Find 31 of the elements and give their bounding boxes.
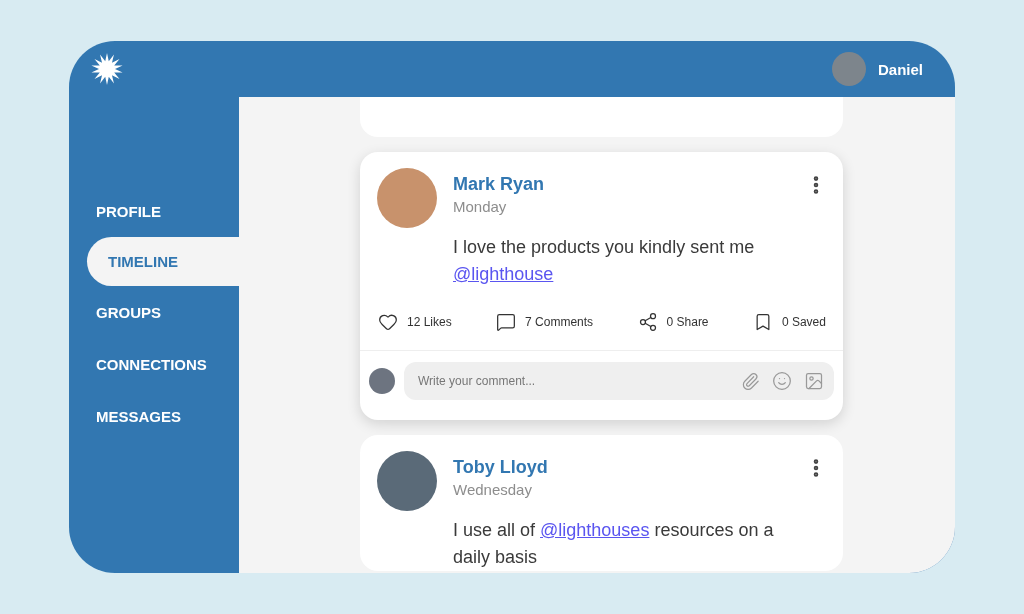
post-day: Wednesday [453, 481, 789, 498]
attach-icon[interactable] [741, 371, 760, 391]
starburst-logo [91, 53, 123, 85]
share-icon [637, 312, 658, 332]
mention-link[interactable]: @lighthouse [453, 264, 554, 284]
saved-button[interactable]: 0 Saved [752, 312, 826, 332]
author-avatar [377, 451, 437, 511]
post-text: I love the products you kindly sent me @lighthouse [453, 236, 756, 286]
nav-item[interactable]: MESSAGES [69, 390, 239, 442]
likes-button[interactable]: 12 Likes [378, 312, 452, 332]
image-icon[interactable] [804, 371, 824, 391]
mention-link[interactable]: @lighthouses [540, 520, 650, 540]
author-name[interactable]: Toby Lloyd [453, 457, 789, 478]
comment-input[interactable]: Write your comment... [416, 373, 729, 389]
nav-item[interactable]: GROUPS [69, 286, 239, 338]
nav-item[interactable]: TIMELINE [87, 237, 239, 286]
author-name[interactable]: Mark Ryan [453, 174, 789, 195]
comment-field[interactable]: Write your comment... [404, 362, 834, 400]
post-day: Monday [453, 198, 789, 215]
comments-icon [496, 312, 517, 332]
share-button[interactable]: 0 Share [637, 312, 709, 332]
post-text: I use all of @lighthouses resources on a daily basis [453, 519, 775, 569]
commenter-avatar [369, 368, 395, 394]
user-name: Daniel [878, 60, 923, 78]
likes-icon [378, 312, 398, 332]
nav-item[interactable]: PROFILE [69, 185, 239, 237]
comments-button[interactable]: 7 Comments [496, 312, 594, 332]
smiley-icon[interactable] [772, 371, 792, 391]
user-avatar[interactable] [832, 52, 866, 86]
nav-item[interactable]: CONNECTIONS [69, 338, 239, 390]
author-avatar [377, 168, 437, 228]
